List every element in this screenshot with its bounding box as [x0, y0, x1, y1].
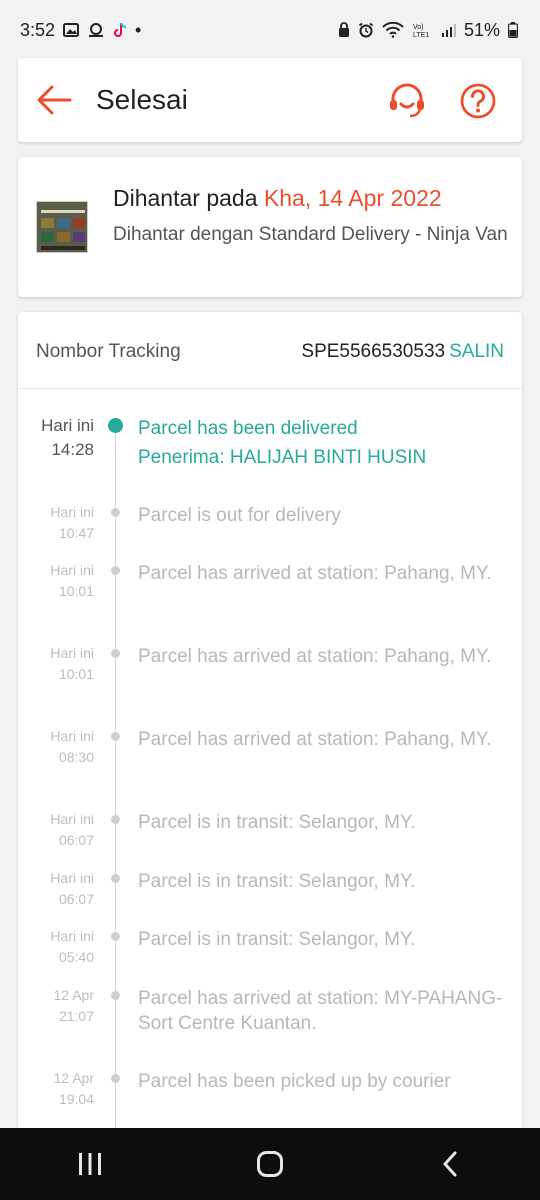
arrow-left-icon [37, 85, 72, 115]
event-day: Hari ini [50, 928, 94, 944]
event-datetime: Hari ini 08:30 [18, 726, 94, 768]
event-text: Parcel has arrived at station: Pahang, M… [138, 646, 492, 667]
event-time: 10:01 [58, 666, 94, 682]
battery-icon [508, 22, 518, 38]
tracking-number-group: SPE5566530533 SALIN [301, 341, 504, 363]
event-text: Parcel is in transit: Selangor, MY. [138, 929, 416, 950]
event-datetime: Hari ini 06:07 [18, 809, 94, 851]
product-thumbnail[interactable] [36, 201, 88, 253]
event-text: Parcel has arrived at station: Pahang, M… [138, 729, 492, 750]
svg-text:LTE1: LTE1 [413, 32, 429, 39]
delivery-method: Dihantar dengan Standard Delivery - Ninj… [113, 224, 508, 245]
status-time: 3:52 [20, 19, 56, 40]
battery-percent: 51% [463, 19, 500, 40]
event-datetime: Hari ini 06:07 [18, 868, 94, 910]
event-dot-active [108, 418, 123, 433]
event-description: Parcel has been delivered Penerima: HALIJ… [138, 414, 508, 472]
event-time: 06:07 [58, 891, 94, 907]
page-title: Selesai [96, 84, 188, 115]
event-datetime: Hari ini 10:47 [18, 502, 94, 544]
back-button[interactable] [36, 84, 72, 116]
event-text: Parcel is out for delivery [138, 505, 341, 526]
status-bar-right: Vo) LTE1 51% [338, 20, 518, 41]
event-day: Hari ini [50, 504, 94, 520]
copy-tracking-button[interactable]: SALIN [449, 341, 504, 362]
event-text: Parcel has been picked up by courier [138, 1071, 451, 1092]
status-bar-left: 3:52 • [20, 20, 141, 41]
event-text: Parcel has arrived at station: MY-PAHANG… [138, 988, 503, 1034]
event-text: Parcel has arrived at station: Pahang, M… [138, 563, 492, 584]
event-time: 05:40 [58, 949, 94, 965]
recents-button[interactable] [60, 1134, 120, 1194]
event-dot [111, 732, 120, 741]
event-time: 08:30 [58, 749, 94, 765]
timeline-line [115, 424, 116, 1134]
event-time: 06:07 [58, 832, 94, 848]
event-dot [111, 815, 120, 824]
event-day: Hari ini [41, 416, 94, 435]
event-datetime: 12 Apr 19:04 [18, 1068, 94, 1110]
back-nav-button[interactable] [420, 1134, 480, 1194]
event-datetime: Hari ini 05:40 [18, 926, 94, 968]
event-datetime: Hari ini 14:28 [18, 414, 94, 462]
event-datetime: Hari ini 10:01 [18, 560, 94, 602]
event-datetime: 12 Apr 21:07 [18, 985, 94, 1027]
event-text: Parcel is in transit: Selangor, MY. [138, 812, 416, 833]
signal-icon [441, 23, 456, 37]
tracking-label: Nombor Tracking [36, 341, 181, 362]
tiktok-icon [113, 22, 127, 38]
event-datetime: Hari ini 10:01 [18, 643, 94, 685]
delivered-prefix: Dihantar pada [113, 185, 264, 211]
event-time: 19:04 [58, 1091, 94, 1107]
event-day: Hari ini [50, 562, 94, 578]
event-time: 21:07 [58, 1008, 94, 1024]
event-time: 10:01 [58, 583, 94, 599]
svg-text:Vo): Vo) [413, 24, 424, 31]
tracking-number-row: Nombor Tracking SPE5566530533 SALIN [18, 312, 522, 389]
back-icon [443, 1151, 457, 1177]
system-nav-bar [0, 1128, 540, 1200]
home-icon [257, 1151, 283, 1177]
help-button[interactable] [459, 82, 497, 120]
event-dot [111, 566, 120, 575]
event-day: Hari ini [50, 811, 94, 827]
wifi-icon [382, 22, 404, 38]
delivered-date: Kha, 14 Apr 2022 [263, 185, 442, 211]
event-dot [111, 932, 120, 941]
event-day: 12 Apr [53, 1070, 94, 1086]
event-day: 12 Apr [53, 987, 94, 1003]
alarm-icon [358, 22, 374, 38]
event-time: 10:47 [58, 525, 94, 541]
status-dot: • [135, 19, 142, 40]
tracking-number: SPE5566530533 [301, 341, 446, 362]
event-time: 14:28 [51, 440, 94, 459]
status-bar: 3:52 • Vo) LTE1 51% [0, 0, 540, 60]
event-dot [111, 649, 120, 658]
delivered-date-line: Dihantar pada Kha, 14 Apr 2022 [113, 185, 442, 212]
lock-icon [338, 22, 350, 38]
event-day: Hari ini [50, 870, 94, 886]
volte-icon: Vo) LTE1 [412, 21, 434, 39]
event-recipient: Penerima: HALIJAH BINTI HUSIN [138, 447, 427, 468]
event-text: Parcel is in transit: Selangor, MY. [138, 871, 416, 892]
event-dot [111, 874, 120, 883]
recents-icon [79, 1153, 101, 1175]
header-bar: Selesai [18, 58, 522, 142]
event-day: Hari ini [50, 728, 94, 744]
home-button[interactable] [240, 1134, 300, 1194]
image-icon [63, 23, 80, 37]
event-day: Hari ini [50, 645, 94, 661]
tracking-card: Nombor Tracking SPE5566530533 SALIN Hari … [18, 312, 522, 1134]
podcast-icon [87, 22, 105, 38]
delivery-summary-card: Dihantar pada Kha, 14 Apr 2022 Dihantar … [18, 157, 522, 297]
question-icon [460, 83, 496, 119]
customer-support-button[interactable] [388, 82, 426, 120]
event-dot [111, 1074, 120, 1083]
headset-icon [390, 83, 424, 118]
event-text: Parcel has been delivered [138, 418, 358, 439]
event-dot [111, 991, 120, 1000]
event-dot [111, 508, 120, 517]
